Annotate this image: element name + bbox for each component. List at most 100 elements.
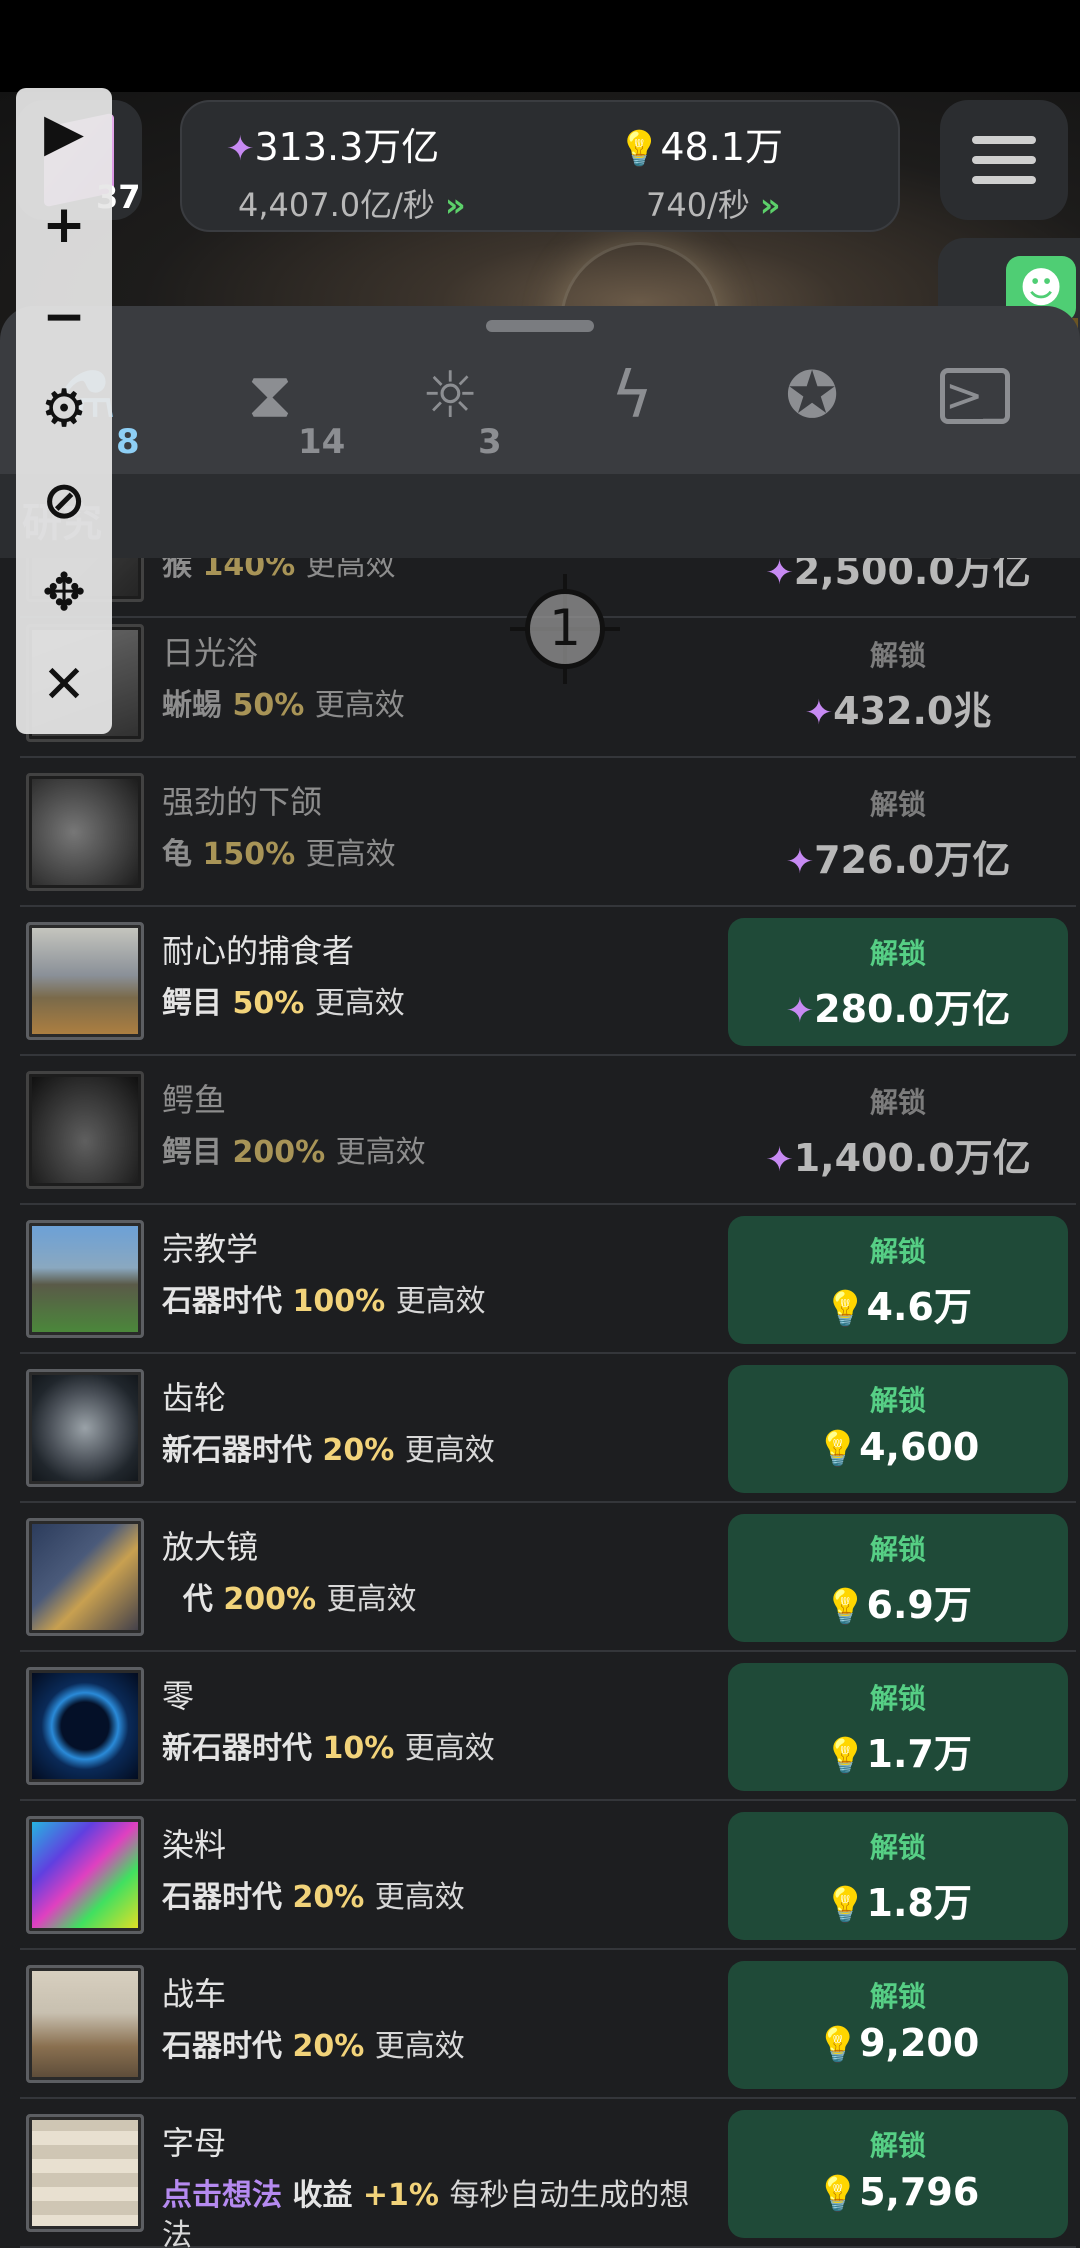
minus-icon[interactable]: − [16, 272, 112, 362]
gem-icon: ✦ [765, 558, 794, 593]
gem-icon: ✦ [804, 693, 834, 733]
research-name: 宗教学 [162, 1230, 259, 1268]
tab-count: 3 [478, 422, 502, 462]
unlock-button[interactable]: 解锁 💡1.8万 [728, 1812, 1068, 1940]
unlock-label: 解锁 [869, 1384, 926, 1417]
unlock-price: 💡4.6万 [728, 1276, 1068, 1331]
price-value: 726.0万亿 [814, 838, 1011, 882]
research-desc: 石器时代 100% 更高效 [162, 1276, 486, 1320]
research-name: 齿轮 [162, 1379, 227, 1417]
research-target: 鳄目 [162, 1135, 222, 1170]
research-target: 猴 [162, 558, 192, 583]
bulb-icon: 💡 [618, 129, 661, 169]
unlock-button[interactable]: 解锁 💡4,600 [728, 1365, 1068, 1493]
unlock-label: 解锁 [869, 2129, 926, 2162]
play-icon[interactable]: ▶ [16, 88, 112, 178]
research-desc: 鳄目 50% 更高效 [162, 978, 405, 1022]
price-value: 4.6万 [866, 1285, 972, 1329]
research-name: 耐心的捕食者 [162, 932, 355, 970]
gem-icon: ✦ [765, 1140, 794, 1180]
gear-icon[interactable]: ⚙ [16, 364, 112, 454]
unlock-button[interactable]: 解锁 💡1.7万 [728, 1663, 1068, 1791]
dye-thumbnail [26, 1816, 144, 1934]
tab-count: 14 [298, 422, 346, 462]
research-row: 零 新石器时代 10% 更高效 解锁 💡1.7万 [20, 1653, 1076, 1801]
bulb-icon: 💡 [816, 2025, 860, 2065]
research-pct: 200% [232, 1135, 326, 1170]
eye-off-icon[interactable]: ⊘ [16, 456, 112, 546]
research-suffix: 更高效 [314, 986, 405, 1021]
chariot-thumbnail [26, 1965, 144, 2083]
research-row: 耐心的捕食者 鳄目 50% 更高效 解锁 ✦280.0万亿 [20, 908, 1076, 1056]
unlock-button[interactable]: 解锁 💡4.6万 [728, 1216, 1068, 1344]
plus-icon[interactable]: + [16, 180, 112, 270]
unlock-button[interactable]: 解锁 ✦1,400.0万亿 [728, 1067, 1068, 1195]
price-value: 1.7万 [866, 1732, 972, 1776]
research-pct: 20% [322, 1433, 395, 1468]
research-target: 龟 [162, 837, 192, 872]
double-chevron-icon: » [444, 186, 465, 224]
tab-ideas[interactable]: ☼ 3 [390, 356, 530, 466]
unlock-button[interactable]: 解锁 💡6.9万 [728, 1514, 1068, 1642]
unlock-label: 解锁 [869, 1831, 926, 1864]
research-row: 齿轮 新石器时代 20% 更高效 解锁 💡4,600 [20, 1355, 1076, 1503]
unlock-button[interactable]: ✦2,500.0万亿 [728, 558, 1068, 608]
bulb-icon: 💡 [824, 1587, 867, 1627]
close-icon[interactable]: ✕ [16, 640, 112, 730]
research-desc: 蜥蜴 50% 更高效 [162, 680, 405, 724]
price-value: 2,500.0万亿 [793, 558, 1031, 593]
research-name: 强劲的下颌 [162, 783, 323, 821]
tab-console[interactable]: >_ [920, 356, 1060, 466]
unlock-button[interactable]: 解锁 💡9,200 [728, 1961, 1068, 2089]
research-target: 石器时代 [162, 1284, 282, 1319]
tap-target-crosshair[interactable]: 1 [510, 574, 620, 684]
unlock-button[interactable]: 解锁 ✦280.0万亿 [728, 918, 1068, 1046]
research-name: 零 [162, 1677, 195, 1715]
section-header: 研究 [0, 474, 1080, 558]
research-suffix: 更高效 [305, 558, 396, 583]
research-pct: 150% [202, 837, 296, 872]
strong-jaw-thumbnail [26, 773, 144, 891]
research-suffix: 每秒自动生成的想 [449, 2178, 690, 2213]
menu-button[interactable] [940, 100, 1068, 220]
price-value: 1,400.0万亿 [793, 1136, 1031, 1180]
research-suffix: 更高效 [374, 1880, 465, 1915]
unlock-button[interactable]: 解锁 ✦432.0兆 [728, 620, 1068, 748]
research-pct: 20% [292, 1880, 365, 1915]
research-desc: 石器时代 20% 更高效 [162, 2021, 465, 2065]
tab-power[interactable]: ϟ [572, 356, 712, 466]
research-pct: 100% [292, 1284, 386, 1319]
unlock-label: 解锁 [869, 1533, 926, 1566]
hamburger-icon [972, 176, 1036, 184]
unlock-price: ✦1,400.0万亿 [728, 1127, 1068, 1182]
research-desc: 猴 140% 更高效 [162, 558, 396, 584]
research-target: 点击想法 [162, 2178, 282, 2213]
unlock-button[interactable]: 解锁 💡5,796 [728, 2110, 1068, 2238]
research-pct: +1% [362, 2178, 439, 2213]
patient-predator-thumbnail [26, 922, 144, 1040]
resource-panel: ✦313.3万亿 4,407.0亿/秒» 💡48.1万 740/秒» [180, 100, 900, 232]
price-value: 6.9万 [866, 1583, 972, 1627]
move-icon[interactable]: ✥ [16, 548, 112, 638]
research-pct: 140% [202, 558, 296, 583]
unlock-button[interactable]: 解锁 ✦726.0万亿 [728, 769, 1068, 897]
research-desc: 龟 150% 更高效 [162, 829, 396, 873]
bulb-icon: 💡 [824, 1736, 867, 1776]
research-name: 日光浴 [162, 634, 259, 672]
tab-dna[interactable]: ⧗ 14 [210, 356, 350, 466]
bulb-icon: 💡 [824, 1885, 867, 1925]
hamburger-icon [972, 136, 1036, 144]
research-name: 染料 [162, 1826, 227, 1864]
research-target: 新石器时代 [162, 1433, 312, 1468]
research-suffix: 更高效 [326, 1582, 417, 1617]
research-desc: 新石器时代 10% 更高效 [162, 1723, 495, 1767]
magnifier-thumbnail [26, 1518, 144, 1636]
idea-rate: 740/秒» [646, 180, 780, 226]
research-suffix: 更高效 [395, 1284, 486, 1319]
religion-thumbnail [26, 1220, 144, 1338]
unlock-price: 💡5,796 [728, 2170, 1068, 2214]
tab-achievements[interactable]: ✪ [752, 356, 892, 466]
research-suffix: 更高效 [404, 1731, 495, 1766]
research-target: 代 [182, 1582, 213, 1617]
drag-handle[interactable] [486, 320, 594, 332]
